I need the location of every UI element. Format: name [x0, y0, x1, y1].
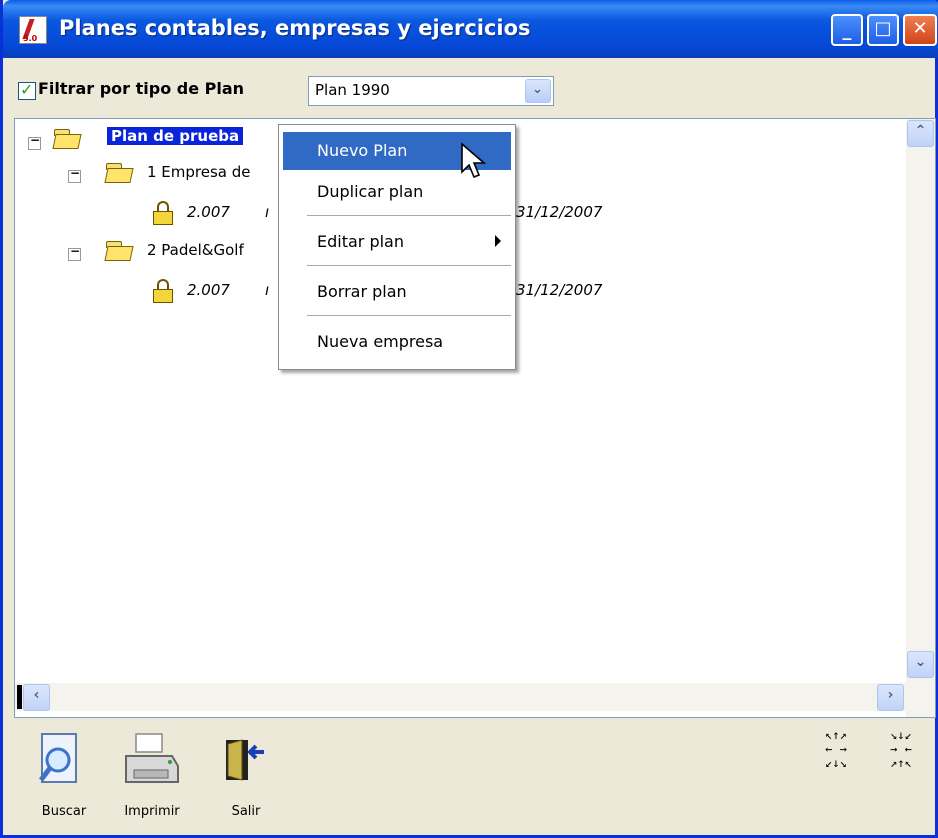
menu-separator	[307, 315, 511, 316]
tree-root-plan[interactable]: Plan de prueba	[107, 127, 244, 145]
folder-open-icon	[52, 129, 83, 149]
filter-checkbox[interactable]: ✓	[18, 80, 36, 100]
menu-item-borrar-plan[interactable]: Borrar plan	[283, 273, 511, 311]
plan-type-select[interactable]: Plan 1990 ⌄	[308, 76, 554, 106]
window-title: Planes contables, empresas y ejercicios	[59, 16, 531, 40]
scroll-up-button[interactable]: ⌃	[907, 120, 934, 147]
menu-separator	[307, 215, 511, 216]
lock-icon	[153, 279, 173, 303]
scroll-left-button[interactable]: ‹	[23, 684, 50, 711]
folder-open-icon	[104, 163, 135, 183]
collapse-toggle[interactable]: −	[28, 133, 41, 150]
filter-label: Filtrar por tipo de Plan	[38, 79, 245, 98]
tree-year-1-date: a 31/12/2007	[502, 203, 603, 221]
plan-type-value: Plan 1990	[315, 81, 390, 99]
exit-label: Salir	[231, 804, 261, 819]
submenu-arrow-icon	[495, 235, 501, 247]
search-label: Buscar	[41, 804, 87, 819]
minimize-button[interactable]: _	[831, 14, 863, 46]
scroll-thumb[interactable]	[17, 685, 22, 709]
exit-tool-button[interactable]: Salir	[218, 732, 274, 826]
expand-all-icon[interactable]: ↖↑↗ ← → ↙↓↘	[810, 728, 862, 770]
mouse-cursor-icon	[461, 142, 487, 179]
chevron-down-icon: ⌄	[914, 654, 927, 670]
vertical-scrollbar[interactable]: ⌃ ⌄	[906, 119, 935, 717]
tree-company-1[interactable]: 1 Empresa de	[147, 163, 251, 181]
menu-separator	[307, 265, 511, 266]
minimize-icon: _	[842, 20, 852, 41]
menu-item-editar-plan[interactable]: Editar plan	[283, 223, 511, 261]
search-icon	[39, 733, 77, 783]
menu-item-nueva-empresa[interactable]: Nueva empresa	[283, 323, 511, 361]
tree-year-2-desc: ı	[265, 281, 270, 299]
app-icon[interactable]: 5.0	[19, 16, 47, 44]
collapse-toggle[interactable]: −	[68, 244, 81, 261]
exit-door-icon	[226, 739, 264, 781]
chevron-up-icon: ⌃	[914, 123, 927, 139]
title-bar[interactable]: 5.0 Planes contables, empresas y ejercic…	[3, 0, 938, 58]
printer-icon	[125, 733, 179, 783]
maximize-button[interactable]: □	[867, 14, 899, 46]
tree-year-2[interactable]: 2.007	[187, 281, 230, 299]
tree-year-1-desc: ı	[265, 203, 270, 221]
collapse-toggle[interactable]: −	[68, 166, 81, 183]
collapse-all-icon[interactable]: ↘↓↙ → ← ↗↑↖	[872, 728, 930, 770]
checkmark-icon: ✓	[20, 80, 34, 99]
search-tool-button[interactable]: Buscar	[34, 732, 88, 826]
close-icon: ✕	[912, 18, 928, 39]
chevron-left-icon: ‹	[33, 687, 40, 703]
tree-year-2-date: a 31/12/2007	[502, 281, 603, 299]
maximize-icon: □	[874, 18, 892, 39]
horizontal-scrollbar[interactable]: ‹ ›	[15, 683, 906, 711]
tree-company-2[interactable]: 2 Padel&Golf	[147, 241, 244, 259]
chevron-down-icon: ⌄	[532, 82, 543, 97]
select-dropdown-button[interactable]: ⌄	[525, 79, 551, 103]
tree-year-1[interactable]: 2.007	[187, 203, 230, 221]
scroll-down-button[interactable]: ⌄	[907, 651, 934, 678]
scroll-right-button[interactable]: ›	[877, 684, 904, 711]
lock-icon	[153, 201, 173, 225]
close-button[interactable]: ✕	[903, 14, 937, 46]
chevron-right-icon: ›	[887, 687, 894, 703]
print-label: Imprimir	[124, 804, 180, 819]
folder-open-icon	[104, 241, 135, 261]
print-tool-button[interactable]: Imprimir	[112, 732, 192, 826]
